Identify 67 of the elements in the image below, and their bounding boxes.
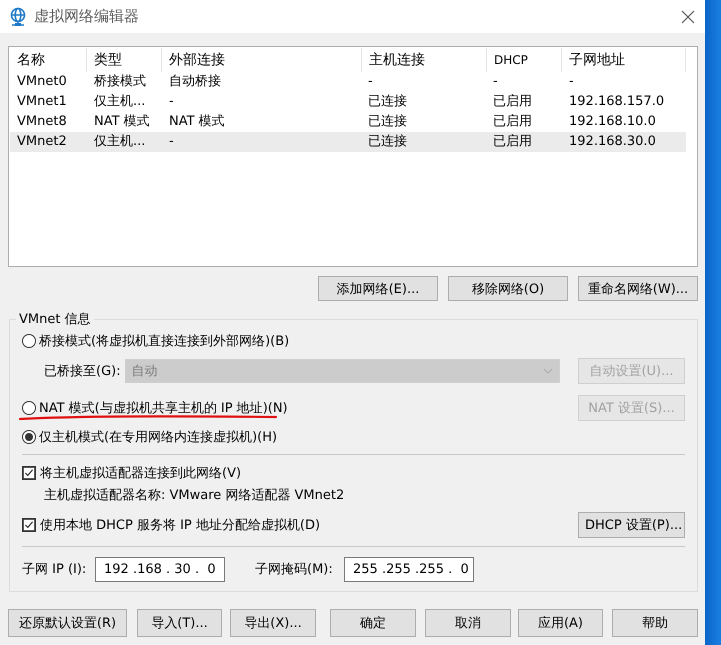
field-label: 子网掩码(M):	[255, 561, 334, 578]
group-title: VMnet 信息	[18, 311, 92, 328]
column-header[interactable]: 外部连接	[162, 48, 362, 72]
table-cell-text: 192.168.30.0	[568, 133, 657, 151]
checkbox-label[interactable]: 将主机虚拟适配器连接到此网络(V)	[40, 464, 242, 482]
ok-button[interactable]: 确定	[330, 609, 416, 637]
table-cell-text: 已启用	[492, 133, 533, 151]
table-cell-text: -	[168, 133, 175, 151]
column-header[interactable]: 名称	[10, 48, 87, 72]
table-cell-text: -	[568, 73, 575, 91]
dhcp-settings-button[interactable]: DHCP 设置(P)...	[578, 512, 685, 538]
checkbox[interactable]	[22, 518, 36, 532]
table-cell-text: 已连接	[367, 133, 408, 151]
cancel-button[interactable]: 取消	[425, 609, 511, 637]
table-cell-text: NAT 模式	[168, 113, 226, 131]
add-network-button[interactable]: 添加网络(E)...	[318, 276, 438, 301]
table-cell-text: 已连接	[367, 93, 408, 111]
close-icon[interactable]	[680, 8, 696, 24]
subnet-ip-field[interactable]: 192 .168 . 30 . 0	[95, 556, 225, 582]
dropdown-value: 自动	[132, 363, 158, 380]
remove-network-button[interactable]: 移除网络(O)	[448, 276, 568, 301]
table-row[interactable]: VMnet2 仅主机... - 已连接 已启用 192.168.30.0	[10, 132, 686, 152]
table-cell-text: VMnet1	[16, 93, 68, 111]
radio-label[interactable]: 桥接模式(将虚拟机直接连接到外部网络)(B)	[39, 332, 290, 350]
radio-button[interactable]	[22, 334, 36, 348]
adapter-name: 主机虚拟适配器名称: VMware 网络适配器 VMnet2	[44, 487, 344, 504]
table-cell-text: 桥接模式	[93, 73, 147, 91]
table-cell-text: 192.168.10.0	[568, 113, 657, 131]
table-cell-text: 自动桥接	[168, 73, 222, 91]
table-cell-text: NAT 模式	[93, 113, 151, 131]
column-header[interactable]: 子网地址	[562, 48, 686, 72]
table-row[interactable]: VMnet1 仅主机... - 已连接 已启用 192.168.157.0	[10, 92, 686, 112]
subnet-mask-field[interactable]: 255 .255 .255 . 0	[344, 556, 474, 582]
window-title: 虚拟网络编辑器	[34, 7, 140, 26]
table-cell-text: 已启用	[492, 93, 533, 111]
table-cell-text: 已连接	[367, 113, 408, 131]
table-cell-text: -	[367, 73, 374, 91]
table-cell-text: 仅主机...	[93, 133, 146, 151]
restore-defaults-button[interactable]: 还原默认设置(R)	[8, 609, 127, 637]
table-row[interactable]: VMnet0 桥接模式 自动桥接 - - -	[10, 72, 686, 92]
apply-button[interactable]: 应用(A)	[518, 609, 603, 637]
table-cell-text: 仅主机...	[93, 93, 146, 111]
checkbox[interactable]	[22, 466, 36, 480]
column-header[interactable]: 主机连接	[362, 48, 487, 72]
checkbox-label[interactable]: 使用本地 DHCP 服务将 IP 地址分配给虚拟机(D)	[40, 516, 320, 534]
table-row[interactable]: VMnet8 NAT 模式 NAT 模式 已连接 已启用 192.168.10.0	[10, 112, 686, 132]
rename-network-button[interactable]: 重命名网络(W)...	[578, 276, 698, 301]
table-cell-text: 已启用	[492, 113, 533, 131]
column-header[interactable]: 类型	[87, 48, 162, 72]
table-cell-text: 192.168.157.0	[568, 93, 666, 111]
radio-button[interactable]	[22, 401, 36, 415]
table-cell-text: -	[492, 73, 499, 91]
radio-button[interactable]	[22, 430, 36, 444]
chevron-down-icon	[542, 368, 553, 374]
field-label: 子网 IP (I):	[22, 561, 88, 578]
column-header[interactable]: DHCP	[487, 48, 562, 72]
table-cell-text: VMnet0	[16, 73, 68, 91]
radio-label[interactable]: 仅主机模式(在专用网络内连接虚拟机)(H)	[39, 428, 278, 446]
export-button[interactable]: 导出(X)...	[230, 609, 316, 637]
table-cell-text: -	[168, 93, 175, 111]
table-cell-text: VMnet8	[16, 113, 68, 131]
radio-label[interactable]: NAT 模式(与虚拟机共享主机的 IP 地址)(N)	[39, 399, 288, 417]
import-button[interactable]: 导入(T)...	[137, 609, 222, 637]
help-button[interactable]: 帮助	[612, 609, 698, 637]
field-label: 已桥接至(G):	[44, 363, 121, 380]
globe-icon	[8, 6, 28, 26]
table-cell-text: VMnet2	[16, 133, 68, 151]
